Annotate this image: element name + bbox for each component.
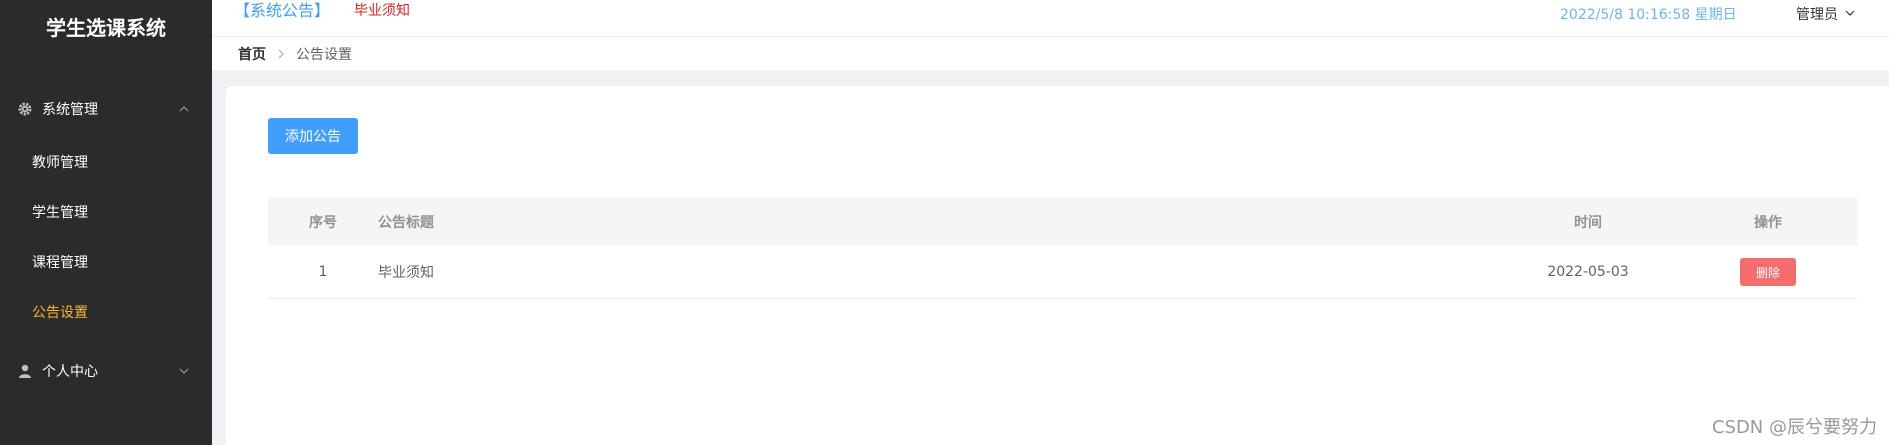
content-card: 添加公告 序号 公告标题 时间 操作 1 毕业须知 2022-05-03 删除 … xyxy=(226,86,1889,445)
chevron-up-icon xyxy=(178,103,190,115)
breadcrumb-home[interactable]: 首页 xyxy=(238,44,266,64)
table-row: 1 毕业须知 2022-05-03 删除 xyxy=(268,246,1858,299)
header-index: 序号 xyxy=(309,215,337,231)
datetime-display: 2022/5/8 10:16:58 星期日 xyxy=(1560,7,1737,23)
menu-personal-center[interactable]: 个人中心 xyxy=(0,342,212,400)
sidebar-item-student[interactable]: 学生管理 xyxy=(0,188,212,238)
delete-button[interactable]: 删除 xyxy=(1740,258,1796,286)
cell-index: 1 xyxy=(318,264,328,280)
sidebar-item-teacher[interactable]: 教师管理 xyxy=(0,138,212,188)
sidebar: 学生选课系统 系统管理 教师管理 学生管理 课程管理 公告设置 个人中心 xyxy=(0,0,212,445)
top-header: 【系统公告】 毕业须知 2022/5/8 10:16:58 星期日 管理员 xyxy=(212,0,1889,37)
menu-personal-label: 个人中心 xyxy=(42,364,98,380)
chevron-down-icon xyxy=(178,365,190,377)
chevron-down-icon xyxy=(1844,4,1856,26)
watermark: CSDN @辰兮要努力 xyxy=(1711,417,1877,438)
table-header: 序号 公告标题 时间 操作 xyxy=(268,198,1858,246)
sidebar-item-course[interactable]: 课程管理 xyxy=(0,238,212,288)
gear-icon xyxy=(16,100,34,118)
menu-system-label: 系统管理 xyxy=(42,102,98,118)
notice-marquee-text[interactable]: 毕业须知 xyxy=(354,0,410,22)
breadcrumb: 首页 公告设置 xyxy=(212,37,1889,70)
app-logo-title: 学生选课系统 xyxy=(46,16,166,40)
notice-table: 序号 公告标题 时间 操作 1 毕业须知 2022-05-03 删除 xyxy=(268,198,1858,299)
breadcrumb-current: 公告设置 xyxy=(296,46,352,63)
cell-title: 毕业须知 xyxy=(378,265,434,281)
sidebar-item-notice[interactable]: 公告设置 xyxy=(0,288,212,338)
menu-group-system: 系统管理 教师管理 学生管理 课程管理 公告设置 个人中心 xyxy=(0,80,212,400)
header-title: 公告标题 xyxy=(378,215,434,231)
header-action: 操作 xyxy=(1754,215,1782,231)
add-notice-button[interactable]: 添加公告 xyxy=(268,118,358,154)
user-menu[interactable]: 管理员 xyxy=(1796,4,1856,26)
header-time: 时间 xyxy=(1574,215,1602,231)
user-icon xyxy=(16,362,34,380)
cell-action: 删除 xyxy=(1678,258,1858,286)
user-menu-label: 管理员 xyxy=(1796,7,1838,23)
cell-time: 2022-05-03 xyxy=(1547,264,1629,280)
system-notice-tag: 【系统公告】 xyxy=(234,1,331,20)
menu-system-management[interactable]: 系统管理 xyxy=(0,80,212,138)
chevron-right-icon xyxy=(276,49,286,59)
